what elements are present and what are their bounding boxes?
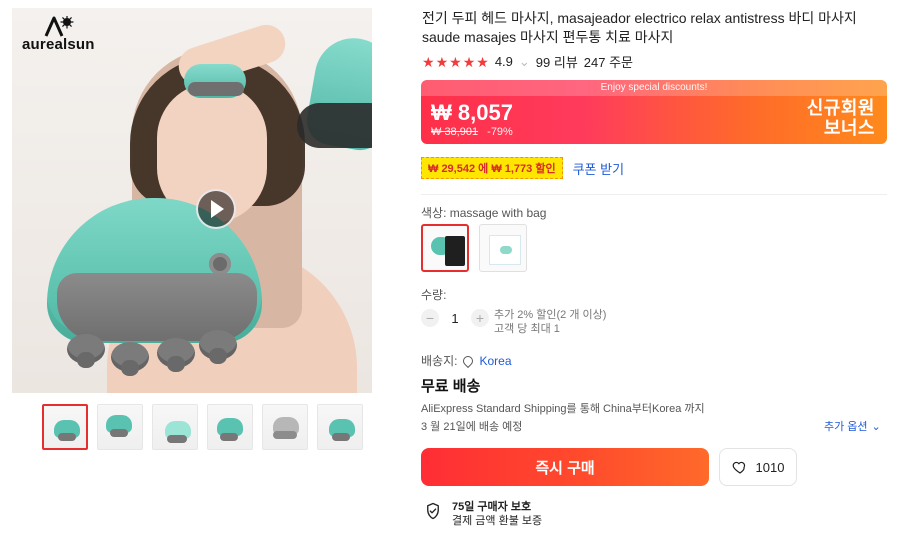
star-icon: ★	[422, 53, 435, 70]
shipping-eta: 3 월 21일에 배송 예정	[421, 421, 523, 433]
product-title: 전기 두피 헤드 마사지, masajeador electrico relax…	[422, 10, 857, 45]
color-label: 색상: massage with bag	[421, 206, 547, 220]
brand-mark-icon	[41, 15, 75, 38]
rating-stars: ★ ★ ★ ★ ★	[422, 55, 489, 69]
swatch-bag-icon	[445, 236, 465, 266]
deal-price: ₩ 8,057	[431, 100, 513, 125]
thumbnail-4[interactable]	[207, 404, 253, 450]
quantity-label: 수량:	[421, 288, 447, 302]
brand-name: aurealsun	[22, 36, 95, 53]
chevron-down-icon[interactable]: ⌄	[519, 54, 530, 70]
badge-line-2: 보너스	[823, 118, 875, 138]
thumbnail-6[interactable]	[317, 404, 363, 450]
buyer-protection-title: 75일 구매자 보호	[452, 501, 532, 513]
thumbnail-5[interactable]	[262, 404, 308, 450]
rating-row: ★ ★ ★ ★ ★ 4.9 ⌄ 99 리뷰 247 주문	[422, 52, 633, 71]
device-power-button-icon	[209, 253, 231, 275]
wishlist-button[interactable]: 1010	[719, 448, 797, 486]
quantity-note-line-2: 고객 당 최대 1	[494, 323, 560, 335]
old-price: ₩ 38,901	[431, 126, 479, 138]
rating-value[interactable]: 4.9	[495, 54, 513, 69]
chevron-down-icon[interactable]: ⌄	[872, 420, 881, 433]
buyer-protection: 75일 구매자 보호 결제 금액 환불 보증	[424, 500, 542, 528]
deal-banner: Enjoy special discounts! ₩ 8,057 ₩ 38,90…	[421, 80, 887, 144]
new-member-bonus-badge: 신규회원 보너스	[755, 98, 875, 138]
quantity-stepper: − 1 +	[421, 309, 489, 327]
get-coupon-link[interactable]: 쿠폰 받기	[573, 159, 624, 178]
ship-to-row: 배송지: Korea	[421, 352, 512, 369]
more-shipping-options[interactable]: 추가 옵션 ⌄	[824, 418, 881, 434]
thumbnail-2[interactable]	[97, 404, 143, 450]
buyer-protection-text: 75일 구매자 보호 결제 금액 환불 보증	[452, 500, 542, 528]
buy-now-button[interactable]: 즉시 구매	[421, 448, 709, 486]
coupon-badge: ₩ 29,542 에 ₩ 1,773 할인	[421, 157, 563, 179]
star-icon: ★	[476, 53, 489, 70]
product-main-image[interactable]: aurealsun	[12, 8, 372, 393]
ship-to-label: 배송지:	[421, 354, 458, 368]
more-options-label[interactable]: 추가 옵션	[824, 418, 868, 434]
massage-node	[67, 334, 105, 368]
play-icon	[211, 200, 224, 218]
image-thumbnails	[42, 404, 372, 450]
badge-line-1: 신규회원	[806, 98, 875, 118]
quantity-decrease-button[interactable]: −	[421, 309, 439, 327]
ship-to-country[interactable]: Korea	[479, 354, 511, 368]
free-shipping-title: 무료 배송	[421, 378, 481, 395]
brand-logo: aurealsun	[22, 15, 95, 53]
reviews-link[interactable]: 99 리뷰	[536, 52, 578, 71]
star-icon: ★	[462, 53, 476, 70]
star-icon: ★	[449, 53, 462, 70]
quantity-value[interactable]: 1	[447, 311, 463, 326]
orders-count: 247 주문	[583, 55, 634, 70]
shield-check-icon	[424, 502, 442, 520]
quantity-note: 추가 2% 할인(2 개 이상) 고객 당 최대 1	[494, 308, 606, 336]
color-swatch-massage-with-bag[interactable]	[421, 224, 469, 272]
massage-node	[111, 342, 149, 376]
wishlist-count: 1010	[755, 459, 785, 475]
massager-nodes	[67, 328, 237, 383]
star-icon: ★	[435, 53, 449, 70]
quantity-increase-button[interactable]: +	[471, 309, 489, 327]
swatch-box-icon	[489, 235, 521, 265]
divider	[421, 194, 887, 195]
deal-banner-top: Enjoy special discounts!	[421, 80, 887, 96]
quantity-note-line-1: 추가 2% 할인(2 개 이상)	[494, 309, 607, 321]
heart-icon	[732, 459, 748, 475]
discount-percent: -79%	[487, 126, 513, 138]
location-pin-icon	[461, 353, 476, 368]
thumbnail-3[interactable]	[152, 404, 198, 450]
head-massager-base	[188, 82, 244, 96]
video-play-button[interactable]	[196, 189, 236, 229]
thumbnail-1[interactable]	[42, 404, 88, 450]
massager-heads-accessory	[297, 103, 372, 148]
deal-old-price: ₩ 38,901 -79%	[431, 126, 513, 138]
coupon-row: ₩ 29,542 에 ₩ 1,773 할인 쿠폰 받기	[421, 157, 624, 179]
color-swatch-alt[interactable]	[479, 224, 527, 272]
buyer-protection-subtitle: 결제 금액 환불 보증	[452, 515, 543, 527]
color-swatches	[421, 224, 527, 272]
massage-node	[157, 338, 195, 372]
shipping-method: AliExpress Standard Shipping를 통해 China부터…	[421, 403, 705, 415]
massage-node	[199, 330, 237, 364]
